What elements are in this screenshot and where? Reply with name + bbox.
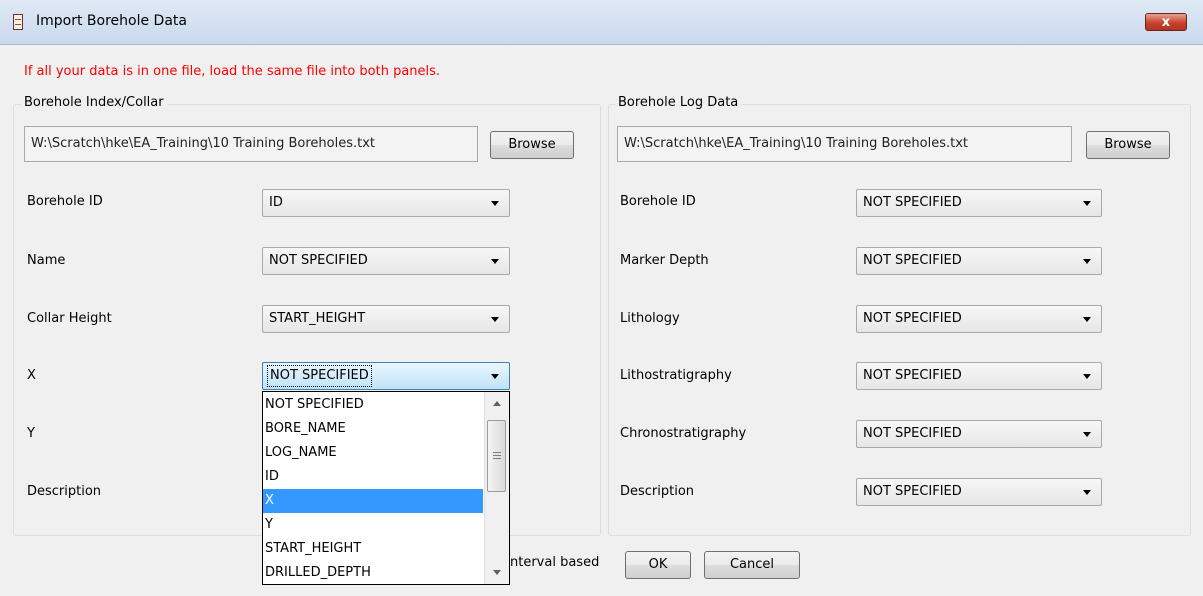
left-browse-button[interactable]: Browse	[490, 131, 574, 159]
left-label-description: Description	[27, 484, 102, 499]
chevron-down-icon	[491, 317, 499, 322]
chevron-down-icon	[1083, 432, 1091, 437]
chevron-down-icon	[1083, 259, 1091, 264]
right-select-lithology[interactable]: NOT SPECIFIED	[856, 305, 1102, 333]
right-label-description: Description	[620, 484, 695, 499]
dropdown-scrollbar[interactable]	[484, 392, 509, 584]
right-label-lithostratigraphy: Lithostratigraphy	[620, 368, 732, 383]
dropdown-option[interactable]: LOG_NAME	[263, 441, 483, 465]
dropdown-option[interactable]: START_HEIGHT	[263, 537, 483, 561]
scrollbar-thumb[interactable]	[487, 420, 506, 492]
left-label-name: Name	[27, 253, 66, 268]
right-select-borehole-id[interactable]: NOT SPECIFIED	[856, 189, 1102, 217]
close-button[interactable]: x	[1145, 13, 1187, 31]
left-label-y: Y	[27, 426, 35, 441]
chevron-down-icon	[491, 259, 499, 264]
right-label-marker-depth: Marker Depth	[620, 253, 709, 268]
right-select-lithostratigraphy[interactable]: NOT SPECIFIED	[856, 362, 1102, 390]
title-bar: Import Borehole Data x	[0, 0, 1203, 45]
chevron-down-icon	[1083, 201, 1091, 206]
chevron-down-icon	[491, 374, 499, 379]
left-label-collar-height: Collar Height	[27, 311, 112, 326]
dropdown-option[interactable]: Y	[263, 513, 483, 537]
grip-line	[493, 455, 501, 456]
borehole-log-legend: Borehole Log Data	[615, 95, 742, 110]
right-label-borehole-id: Borehole ID	[620, 194, 696, 209]
chevron-down-icon	[1083, 490, 1091, 495]
app-icon	[13, 14, 23, 30]
interval-based-label: nterval based	[510, 555, 600, 570]
dropdown-option[interactable]: NOT SPECIFIED	[263, 393, 483, 417]
dropdown-list[interactable]: NOT SPECIFIED BORE_NAME LOG_NAME ID X Y …	[262, 391, 510, 585]
scroll-down-icon[interactable]	[493, 570, 501, 575]
right-file-path: W:\Scratch\hke\EA_Training\10 Training B…	[617, 126, 1072, 162]
chevron-down-icon	[1083, 317, 1091, 322]
left-select-borehole-id[interactable]: ID	[262, 189, 510, 217]
left-file-path: W:\Scratch\hke\EA_Training\10 Training B…	[24, 126, 478, 162]
borehole-index-legend: Borehole Index/Collar	[21, 95, 167, 110]
dropdown-option[interactable]: DRILLED_DEPTH	[263, 561, 483, 585]
left-select-collar-height[interactable]: START_HEIGHT	[262, 305, 510, 333]
dropdown-option[interactable]: BORE_NAME	[263, 417, 483, 441]
dropdown-option[interactable]: X	[263, 489, 483, 513]
right-select-marker-depth[interactable]: NOT SPECIFIED	[856, 247, 1102, 275]
right-label-lithology: Lithology	[620, 311, 680, 326]
left-label-borehole-id: Borehole ID	[27, 194, 103, 209]
right-select-description[interactable]: NOT SPECIFIED	[856, 478, 1102, 506]
right-label-chronostratigraphy: Chronostratigraphy	[620, 426, 747, 441]
right-browse-button[interactable]: Browse	[1086, 131, 1170, 159]
grip-line	[493, 452, 501, 453]
chevron-down-icon	[491, 201, 499, 206]
right-select-chronostratigraphy[interactable]: NOT SPECIFIED	[856, 420, 1102, 448]
left-select-name[interactable]: NOT SPECIFIED	[262, 247, 510, 275]
left-select-x[interactable]: NOT SPECIFIED	[262, 362, 510, 390]
scroll-up-icon[interactable]	[493, 401, 501, 406]
window-title: Import Borehole Data	[36, 13, 187, 29]
ok-button[interactable]: OK	[625, 551, 691, 579]
left-label-x: X	[27, 368, 36, 383]
cancel-button[interactable]: Cancel	[704, 551, 800, 579]
dropdown-option[interactable]: ID	[263, 465, 483, 489]
grip-line	[493, 458, 501, 459]
chevron-down-icon	[1083, 374, 1091, 379]
warning-message: If all your data is in one file, load th…	[24, 64, 441, 79]
